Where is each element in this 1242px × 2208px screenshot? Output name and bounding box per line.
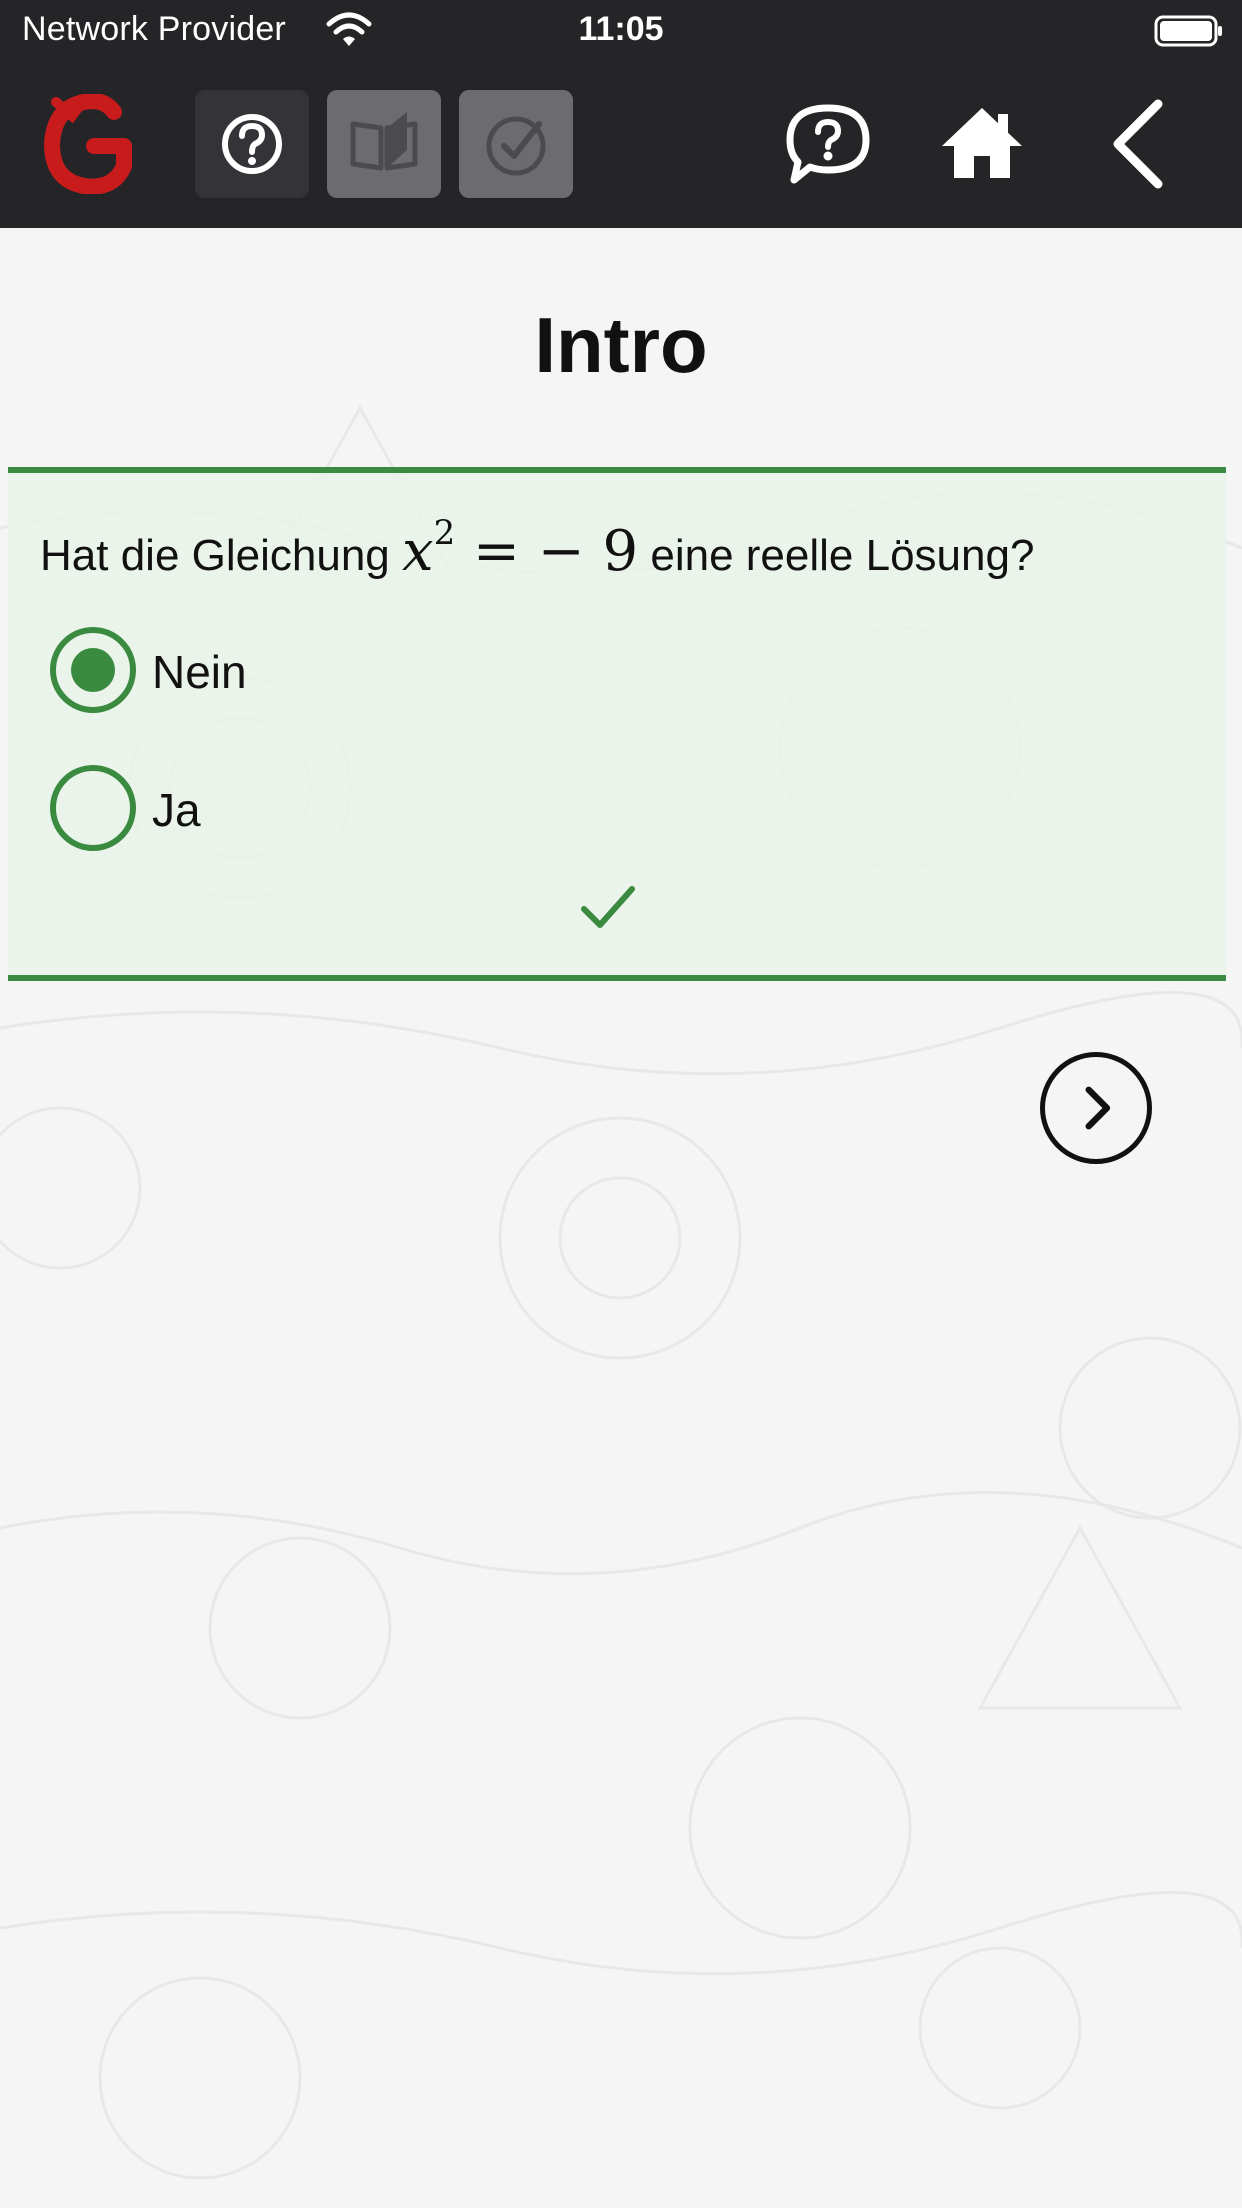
app-header bbox=[0, 62, 1242, 228]
radio-unselected[interactable] bbox=[50, 765, 136, 851]
back-chevron-icon bbox=[1113, 99, 1163, 189]
home-icon bbox=[942, 108, 1022, 178]
radio-selected[interactable] bbox=[50, 627, 136, 713]
question-text-before: Hat die Gleichung bbox=[40, 531, 390, 580]
chevron-right-icon bbox=[1085, 1086, 1111, 1130]
equation-exponent: 2 bbox=[433, 513, 456, 553]
option-label: Ja bbox=[152, 784, 201, 836]
question-text: Hat die Gleichung x2 = − 9 eine reelle L… bbox=[40, 513, 1034, 584]
help-circle-icon bbox=[222, 114, 282, 174]
question-panel: Hat die Gleichung x2 = − 9 eine reelle L… bbox=[8, 467, 1226, 981]
answer-option-nein[interactable]: Nein bbox=[40, 625, 440, 715]
option-label: Nein bbox=[152, 646, 247, 698]
book-button[interactable] bbox=[327, 90, 441, 198]
equation-variable: x bbox=[402, 519, 434, 584]
checkmark-icon bbox=[581, 886, 635, 928]
back-button[interactable] bbox=[1088, 92, 1192, 196]
next-button[interactable] bbox=[1040, 1052, 1152, 1164]
answer-option-ja[interactable]: Ja bbox=[40, 763, 440, 853]
status-bar: Network Provider 11:05 bbox=[0, 0, 1242, 62]
clock: 11:05 bbox=[578, 10, 664, 48]
equation: x2 = − 9 bbox=[402, 513, 639, 584]
battery-icon bbox=[1154, 15, 1222, 47]
home-button[interactable] bbox=[930, 92, 1034, 196]
chat-help-button[interactable] bbox=[776, 92, 880, 196]
page-title: Intro bbox=[534, 301, 708, 389]
check-circle-icon bbox=[486, 116, 546, 176]
question-text-after: eine reelle Lösung? bbox=[650, 531, 1035, 580]
help-button[interactable] bbox=[195, 90, 309, 198]
equation-rest: = − 9 bbox=[473, 519, 639, 584]
app-logo[interactable] bbox=[44, 94, 134, 194]
chat-question-icon bbox=[786, 104, 870, 184]
book-icon bbox=[350, 112, 418, 171]
check-button[interactable] bbox=[459, 90, 573, 198]
